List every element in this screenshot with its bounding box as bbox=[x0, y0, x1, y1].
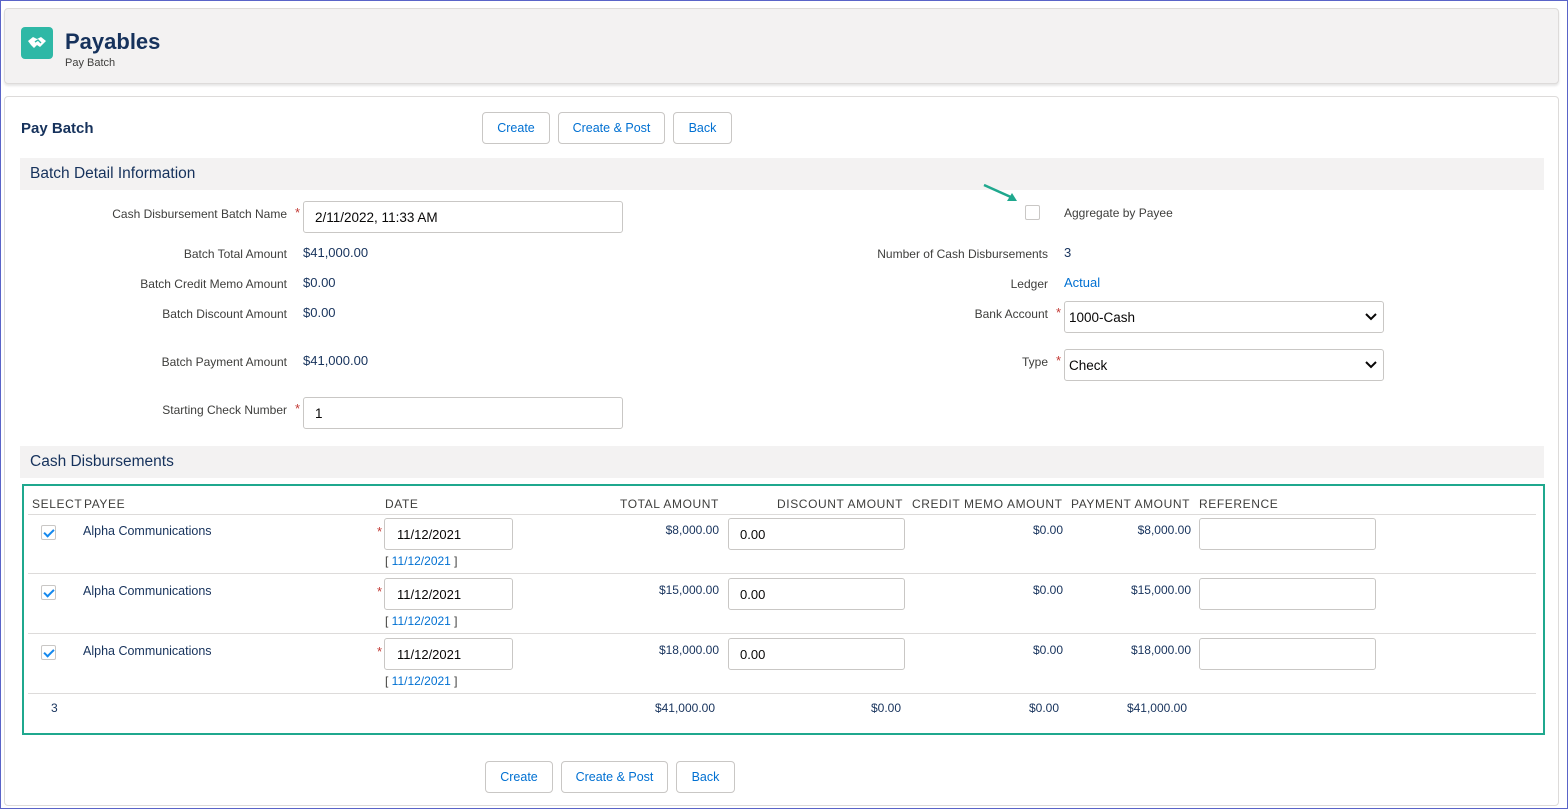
batch-payment-value: $41,000.00 bbox=[303, 353, 369, 368]
discount-amount-sum: $0.00 bbox=[870, 701, 901, 715]
row-date-field[interactable]: 11/12/2021 bbox=[384, 518, 513, 550]
row-reference-field[interactable] bbox=[1199, 638, 1376, 670]
ledger-label: Ledger bbox=[1010, 277, 1048, 291]
row-payment: $15,000.00 bbox=[1130, 583, 1191, 597]
handshake-icon bbox=[21, 27, 53, 59]
row-total: $15,000.00 bbox=[658, 583, 719, 597]
row-date-field[interactable]: 11/12/2021 bbox=[384, 578, 513, 610]
total-amount-sum: $41,000.00 bbox=[654, 701, 715, 715]
required-indicator: * bbox=[295, 205, 301, 220]
row-credit: $0.00 bbox=[1032, 583, 1063, 597]
row-total: $18,000.00 bbox=[658, 643, 719, 657]
type-label: Type bbox=[1021, 355, 1048, 369]
annotation-arrow-icon bbox=[983, 183, 1017, 201]
row-select-checkbox[interactable] bbox=[41, 585, 56, 600]
row-discount-field[interactable]: 0.00 bbox=[728, 578, 905, 610]
aggregate-by-payee-label: Aggregate by Payee bbox=[1064, 206, 1173, 220]
batch-name-field[interactable]: 2/11/2022, 11:33 AM bbox=[303, 201, 623, 233]
row-discount-field[interactable]: 0.00 bbox=[728, 638, 905, 670]
batch-name-label: Cash Disbursement Batch Name bbox=[112, 207, 287, 221]
required-indicator: * bbox=[1056, 305, 1062, 320]
chevron-down-icon bbox=[1365, 313, 1377, 321]
row-divider bbox=[28, 573, 1536, 574]
required-indicator: * bbox=[295, 401, 301, 416]
required-indicator: * bbox=[377, 644, 383, 659]
row-divider bbox=[28, 514, 1536, 515]
row-payee: Alpha Communications bbox=[83, 524, 212, 538]
batch-credit-memo-value: $0.00 bbox=[303, 275, 336, 290]
aggregate-by-payee-checkbox[interactable] bbox=[1025, 205, 1040, 220]
col-payee-header: PAYEE bbox=[84, 497, 126, 511]
required-indicator: * bbox=[1056, 353, 1062, 368]
cash-disbursements-section-header: Cash Disbursements bbox=[20, 446, 1544, 478]
bank-account-selected: 1000-Cash bbox=[1069, 309, 1136, 325]
batch-payment-label: Batch Payment Amount bbox=[161, 355, 287, 369]
col-payment-header: PAYMENT AMOUNT bbox=[1071, 497, 1191, 511]
row-payee: Alpha Communications bbox=[83, 584, 212, 598]
row-payment: $18,000.00 bbox=[1130, 643, 1191, 657]
row-payee: Alpha Communications bbox=[83, 644, 212, 658]
card-title: Pay Batch bbox=[21, 120, 94, 137]
row-discount-field[interactable]: 0.00 bbox=[728, 518, 905, 550]
col-date-header: DATE bbox=[385, 497, 419, 511]
payment-amount-sum: $41,000.00 bbox=[1126, 701, 1187, 715]
row-divider bbox=[28, 633, 1536, 634]
bank-account-label: Bank Account bbox=[974, 307, 1048, 321]
row-select-checkbox[interactable] bbox=[41, 645, 56, 660]
check-number-label: Starting Check Number bbox=[162, 403, 287, 417]
batch-total-label: Batch Total Amount bbox=[183, 247, 287, 261]
row-credit: $0.00 bbox=[1032, 643, 1063, 657]
required-indicator: * bbox=[377, 524, 383, 539]
app-title: Payables bbox=[65, 29, 161, 54]
batch-discount-value: $0.00 bbox=[303, 305, 336, 320]
col-total-header: TOTAL AMOUNT bbox=[620, 497, 719, 511]
type-selected: Check bbox=[1069, 357, 1108, 373]
num-disbursements-value: 3 bbox=[1064, 245, 1072, 260]
batch-detail-section-header: Batch Detail Information bbox=[20, 158, 1544, 190]
row-select-checkbox[interactable] bbox=[41, 525, 56, 540]
row-payment: $8,000.00 bbox=[1137, 523, 1191, 537]
row-date-link[interactable]: [ 11/12/2021 ] bbox=[385, 554, 458, 568]
row-date-link[interactable]: [ 11/12/2021 ] bbox=[385, 674, 458, 688]
col-credit-header: CREDIT MEMO AMOUNT bbox=[912, 497, 1063, 511]
col-discount-header: DISCOUNT AMOUNT bbox=[777, 497, 904, 511]
col-select-header: SELECT bbox=[32, 497, 83, 511]
required-indicator: * bbox=[377, 584, 383, 599]
create-post-button-bottom[interactable]: Create & Post bbox=[561, 761, 668, 793]
pay-batch-card: Pay Batch Create Create & Post Back Batc… bbox=[4, 96, 1559, 806]
row-credit: $0.00 bbox=[1032, 523, 1063, 537]
row-total: $8,000.00 bbox=[665, 523, 719, 537]
create-button-bottom[interactable]: Create bbox=[485, 761, 553, 793]
credit-memo-sum: $0.00 bbox=[1028, 701, 1059, 715]
row-reference-field[interactable] bbox=[1199, 518, 1376, 550]
batch-total-value: $41,000.00 bbox=[303, 245, 369, 260]
num-disbursements-label: Number of Cash Disbursements bbox=[877, 247, 1048, 261]
cash-disbursements-table: SELECT PAYEE DATE TOTAL AMOUNT DISCOUNT … bbox=[22, 484, 1545, 735]
ledger-link[interactable]: Actual bbox=[1064, 275, 1100, 290]
bank-account-select[interactable]: 1000-Cash bbox=[1064, 301, 1384, 333]
batch-discount-label: Batch Discount Amount bbox=[162, 307, 287, 321]
check-number-field[interactable]: 1 bbox=[303, 397, 623, 429]
create-post-button[interactable]: Create & Post bbox=[558, 112, 665, 144]
chevron-down-icon bbox=[1365, 361, 1377, 369]
col-reference-header: REFERENCE bbox=[1199, 497, 1279, 511]
row-divider bbox=[28, 693, 1536, 694]
back-button-bottom[interactable]: Back bbox=[676, 761, 735, 793]
type-select[interactable]: Check bbox=[1064, 349, 1384, 381]
row-reference-field[interactable] bbox=[1199, 578, 1376, 610]
batch-credit-memo-label: Batch Credit Memo Amount bbox=[140, 277, 287, 291]
selected-count: 3 bbox=[51, 701, 58, 715]
row-date-link[interactable]: [ 11/12/2021 ] bbox=[385, 614, 458, 628]
create-button[interactable]: Create bbox=[482, 112, 550, 144]
page-header: Payables Pay Batch bbox=[4, 8, 1559, 84]
back-button[interactable]: Back bbox=[673, 112, 732, 144]
row-date-field[interactable]: 11/12/2021 bbox=[384, 638, 513, 670]
app-subtitle: Pay Batch bbox=[65, 57, 116, 69]
